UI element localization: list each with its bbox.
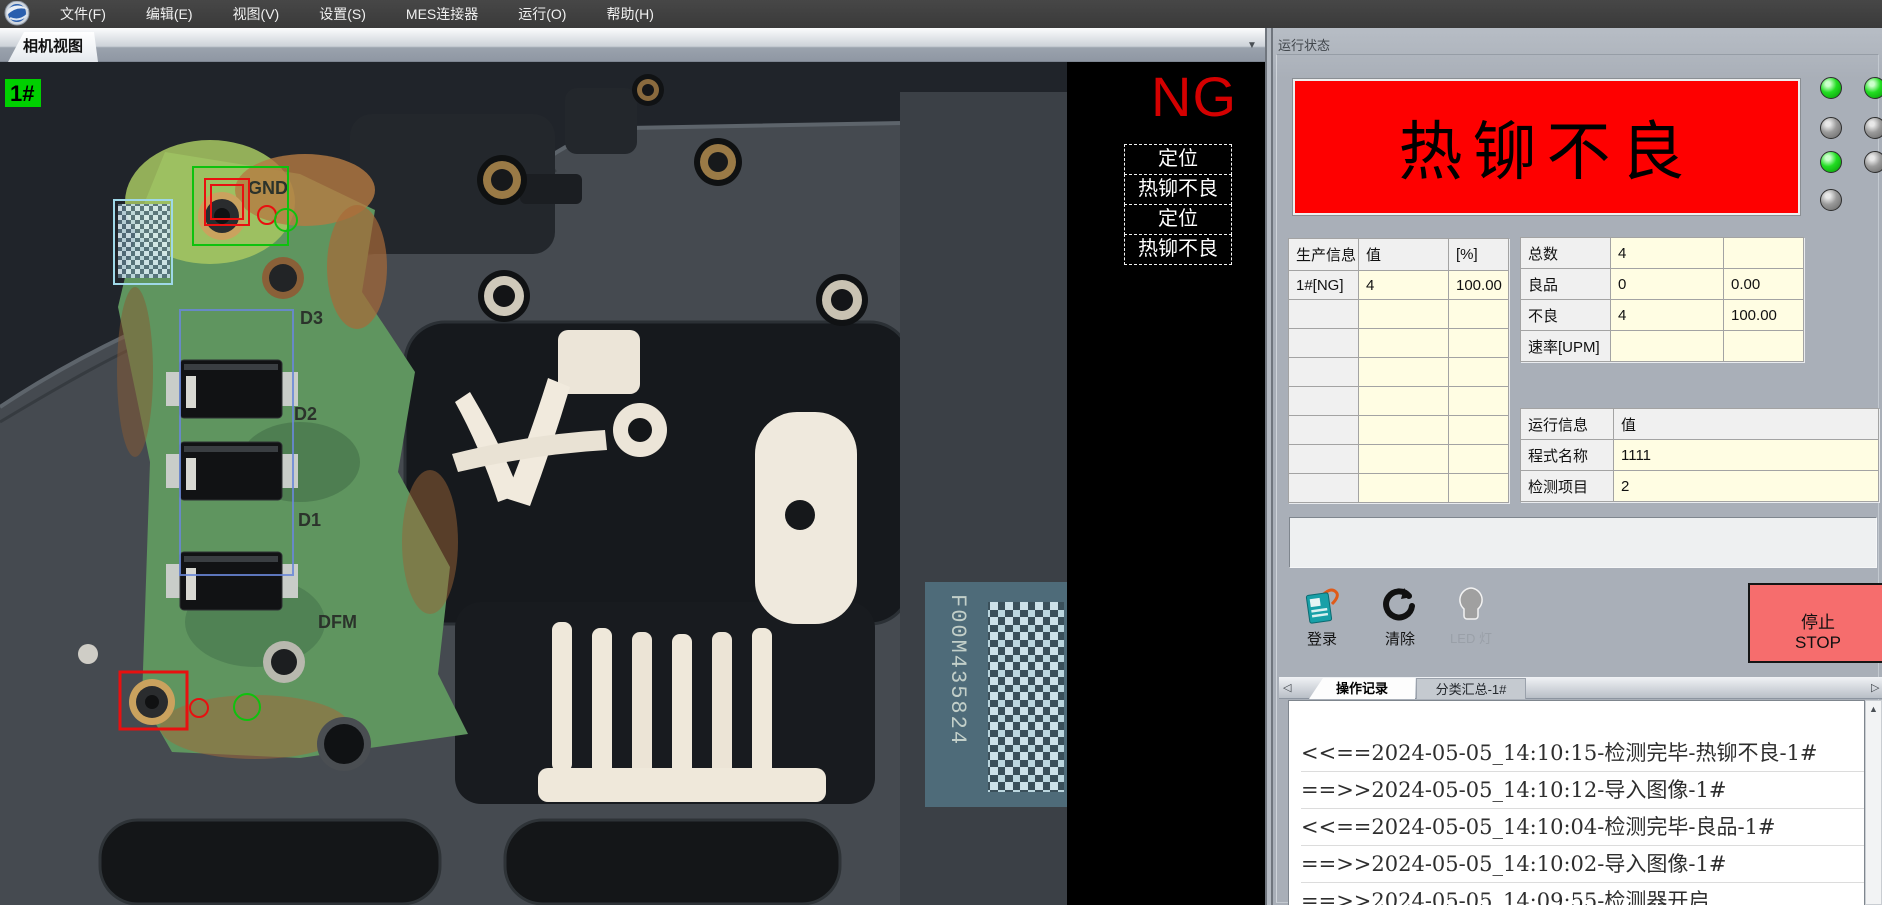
tab-camera-view[interactable]: 相机视图 — [8, 32, 98, 62]
panel-splitter[interactable] — [1265, 28, 1273, 905]
stop-button[interactable]: 停止 STOP — [1748, 583, 1882, 663]
menu-edit[interactable]: 编辑(E) — [132, 0, 207, 28]
table-row — [1289, 300, 1509, 329]
pcb-serial-label: F00M435824 — [945, 594, 970, 746]
log-entry: ==>>2024-05-05_14:10:02-导入图像-1# — [1301, 846, 1864, 883]
log-entry: <<==2024-05-05_14:10:04-检测完毕-良品-1# — [1301, 809, 1864, 846]
station-badge-label: 1# — [10, 81, 34, 106]
menu-bar: 文件(F) 编辑(E) 视图(V) 设置(S) MES连接器 运行(O) 帮助(… — [0, 0, 1882, 28]
menu-settings[interactable]: 设置(S) — [305, 0, 380, 28]
login-badge-icon — [1293, 584, 1351, 628]
table-row — [1289, 416, 1509, 445]
status-led — [1864, 77, 1882, 99]
result-banner: 热铆不良 — [1292, 78, 1801, 216]
column-header: 生产信息 — [1289, 239, 1359, 271]
panel-title: 运行状态 — [1278, 35, 1330, 54]
led-light-label: LED 灯 — [1450, 631, 1492, 646]
check-item: 热铆不良 — [1124, 234, 1232, 265]
run-status-panel: 运行状态 热铆不良 生产信息 值 [%] 1#[NG]4100.00 — [1273, 28, 1882, 905]
status-led — [1864, 117, 1882, 139]
clear-refresh-icon — [1371, 584, 1429, 628]
log-entry: <<==2024-05-05_14:10:15-检测完毕-热铆不良-1# — [1301, 735, 1864, 772]
scroll-up-icon[interactable]: ▲ — [1866, 701, 1881, 718]
camera-viewport: F00M435824 — [0, 62, 1265, 905]
clear-button-label: 清除 — [1385, 631, 1415, 648]
status-led — [1820, 189, 1842, 211]
menu-items: 文件(F) 编辑(E) 视图(V) 设置(S) MES连接器 运行(O) 帮助(… — [46, 0, 680, 28]
table-row — [1289, 387, 1509, 416]
run-info-table: 运行信息 值 程式名称1111 检测项目2 — [1520, 408, 1879, 502]
column-header: 值 — [1359, 239, 1449, 271]
log-scrollbar[interactable]: ▲ — [1865, 700, 1882, 905]
tab-operation-log[interactable]: 操作记录 — [1309, 678, 1415, 699]
table-row — [1289, 329, 1509, 358]
login-button[interactable]: 登录 — [1293, 584, 1351, 650]
table-row: 检测项目2 — [1521, 471, 1879, 502]
tab-scroll-right-icon[interactable]: ▷ — [1871, 681, 1879, 695]
tab-scroll-left-icon[interactable]: ◁ — [1283, 681, 1291, 695]
operation-log-list[interactable]: <<==2024-05-05_14:10:15-检测完毕-热铆不良-1# ==>… — [1288, 700, 1865, 905]
check-item: 定位 — [1124, 144, 1232, 175]
app-logo-icon — [2, 1, 36, 27]
column-header: 运行信息 — [1521, 409, 1614, 440]
table-row: 1#[NG]4100.00 — [1289, 271, 1509, 300]
log-entry: ==>>2024-05-05_14:09:55-检测器开启 — [1301, 883, 1864, 905]
pcb-label-dfm: DFM — [318, 612, 357, 632]
status-led — [1820, 117, 1842, 139]
aoi-application-window: 文件(F) 编辑(E) 视图(V) 设置(S) MES连接器 运行(O) 帮助(… — [0, 0, 1882, 905]
table-row: 速率[UPM] — [1521, 331, 1804, 362]
diode-components — [166, 360, 298, 610]
production-table: 生产信息 值 [%] 1#[NG]4100.00 — [1288, 238, 1509, 503]
result-text: NG — [1121, 64, 1265, 129]
pcb-label-d3: D3 — [300, 308, 323, 328]
tab-class-summary[interactable]: 分类汇总-1# — [1416, 678, 1526, 699]
table-row — [1289, 358, 1509, 387]
pcb-label-gnd: GND — [248, 178, 288, 198]
menu-mes-connector[interactable]: MES连接器 — [392, 0, 492, 28]
table-row — [1289, 445, 1509, 474]
status-led — [1820, 77, 1842, 99]
status-led — [1820, 151, 1842, 173]
result-strip: NG 定位 热铆不良 定位 热铆不良 — [1067, 62, 1265, 905]
chevron-down-icon[interactable]: ▼ — [1243, 38, 1261, 54]
log-tab-strip: ◁ 操作记录 分类汇总-1# ▷ — [1279, 677, 1882, 699]
column-header: 值 — [1614, 409, 1879, 440]
table-row — [1289, 474, 1509, 503]
check-item: 定位 — [1124, 204, 1232, 235]
menu-help[interactable]: 帮助(H) — [592, 0, 667, 28]
table-row: 不良4100.00 — [1521, 300, 1804, 331]
camera-tab-strip: 相机视图 ▼ — [0, 28, 1265, 62]
check-item-list: 定位 热铆不良 定位 热铆不良 — [1124, 145, 1232, 265]
led-bulb-icon — [1435, 584, 1507, 628]
menu-run[interactable]: 运行(O) — [504, 0, 580, 28]
table-row: 总数4 — [1521, 238, 1804, 269]
stop-button-en: STOP — [1750, 633, 1882, 653]
menu-file[interactable]: 文件(F) — [46, 0, 120, 28]
stop-button-cn: 停止 — [1750, 613, 1882, 633]
column-header: [%] — [1449, 239, 1509, 271]
summary-table: 总数4 良品00.00 不良4100.00 速率[UPM] — [1520, 237, 1804, 362]
pcb-label-d2: D2 — [294, 404, 317, 424]
led-light-button: LED 灯 — [1435, 584, 1507, 650]
message-box — [1289, 517, 1877, 568]
log-entry: ==>>2024-05-05_14:10:12-导入图像-1# — [1301, 772, 1864, 809]
pcb-label-d1: D1 — [298, 510, 321, 530]
login-button-label: 登录 — [1307, 631, 1337, 648]
clear-button[interactable]: 清除 — [1371, 584, 1429, 650]
table-row: 良品00.00 — [1521, 269, 1804, 300]
result-banner-text: 热铆不良 — [1399, 101, 1695, 193]
status-led — [1864, 151, 1882, 173]
inspection-photo: F00M435824 — [0, 62, 1067, 905]
check-item: 热铆不良 — [1124, 174, 1232, 205]
menu-view[interactable]: 视图(V) — [219, 0, 294, 28]
table-row: 程式名称1111 — [1521, 440, 1879, 471]
